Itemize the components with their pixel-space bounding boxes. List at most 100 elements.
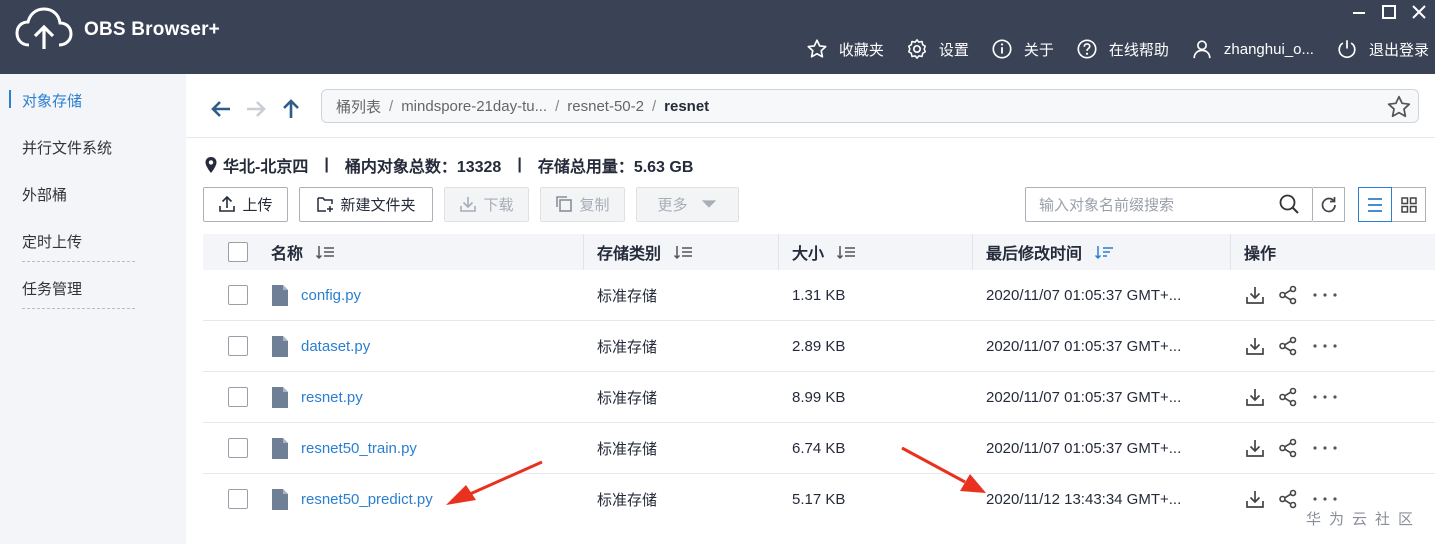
download-icon[interactable] (1244, 386, 1266, 408)
row-select-cell (228, 474, 248, 524)
up-level-button[interactable] (278, 96, 304, 122)
file-icon (272, 284, 288, 306)
file-name-link[interactable]: config.py (301, 287, 361, 304)
file-name-link[interactable]: resnet50_predict.py (301, 491, 433, 508)
storage-class-cell: 标准存储 (597, 287, 658, 305)
more-icon[interactable] (1310, 335, 1340, 357)
app-header: OBS Browser+ 收藏夹 设置 关于 在线帮助 zhanghui_o..… (0, 0, 1435, 74)
back-button[interactable] (208, 96, 234, 122)
arrow-left-icon (211, 101, 230, 117)
forward-button[interactable] (243, 96, 269, 122)
row-select-cell (228, 423, 248, 473)
size-cell: 5.17 KB (792, 490, 846, 508)
share-icon[interactable] (1277, 488, 1299, 510)
breadcrumb-current: resnet (664, 97, 710, 115)
list-view-toggle[interactable] (1358, 187, 1392, 222)
info-separator: | (324, 156, 329, 173)
table-row[interactable]: config.py 标准存储 1.31 KB 2020/11/07 01:05:… (203, 270, 1435, 321)
row-checkbox[interactable] (228, 438, 248, 458)
share-icon[interactable] (1277, 386, 1299, 408)
breadcrumb-separator: / (389, 97, 394, 115)
select-all-checkbox[interactable] (228, 242, 248, 262)
storage-class-cell: 标准存储 (597, 491, 658, 509)
share-icon[interactable] (1277, 284, 1299, 306)
more-dropdown[interactable]: 更多 (636, 186, 739, 222)
file-icon (272, 335, 288, 357)
search-icon[interactable] (1278, 193, 1300, 215)
row-checkbox[interactable] (228, 489, 248, 509)
file-name-link[interactable]: resnet50_train.py (301, 440, 417, 457)
sidebar-item-scheduled-upload[interactable]: 定时上传 (22, 231, 135, 252)
close-button[interactable] (1409, 2, 1429, 22)
row-checkbox[interactable] (228, 285, 248, 305)
settings-link[interactable]: 设置 (906, 38, 969, 60)
copy-button[interactable]: 复制 (540, 186, 625, 222)
sort-icon[interactable] (315, 244, 335, 260)
column-divider (778, 234, 779, 270)
sidebar-divider (22, 308, 135, 309)
column-divider (1230, 234, 1231, 270)
grid-view-toggle[interactable] (1392, 187, 1426, 222)
search-input[interactable]: 输入对象名前缀搜索 (1025, 187, 1313, 222)
file-name-link[interactable]: dataset.py (301, 338, 370, 355)
table-row[interactable]: dataset.py 标准存储 2.89 KB 2020/11/07 01:05… (203, 321, 1435, 372)
about-link[interactable]: 关于 (991, 38, 1054, 60)
download-icon[interactable] (1244, 335, 1266, 357)
sidebar-item-object-storage[interactable]: 对象存储 (22, 90, 135, 111)
favorites-label: 收藏夹 (838, 41, 884, 59)
row-checkbox[interactable] (228, 387, 248, 407)
column-header-size[interactable]: 大小 (792, 234, 856, 270)
size-cell: 8.99 KB (792, 388, 846, 406)
row-checkbox[interactable] (228, 336, 248, 356)
column-header-name[interactable]: 名称 (271, 234, 335, 270)
download-icon[interactable] (1244, 284, 1266, 306)
table-row[interactable]: resnet50_predict.py 标准存储 5.17 KB 2020/11… (203, 474, 1435, 525)
app-logo: OBS Browser+ (14, 5, 220, 55)
file-icon (272, 437, 288, 459)
toolbar: 上传 新建文件夹 下载 复制 更多 (203, 186, 750, 222)
download-button[interactable]: 下载 (444, 186, 529, 222)
refresh-button[interactable] (1313, 187, 1345, 222)
column-header-last-modified[interactable]: 最后修改时间 (986, 234, 1114, 270)
favorites-link[interactable]: 收藏夹 (806, 38, 884, 60)
bucket-info: 华北-北京四 | 桶内对象总数：13328 | 存储总用量：5.63 GB (204, 153, 693, 177)
sort-icon[interactable] (836, 244, 856, 260)
table-row[interactable]: resnet.py 标准存储 8.99 KB 2020/11/07 01:05:… (203, 372, 1435, 423)
more-icon[interactable] (1310, 386, 1340, 408)
download-icon[interactable] (1244, 488, 1266, 510)
online-help-label: 在线帮助 (1108, 41, 1169, 59)
share-icon[interactable] (1277, 437, 1299, 459)
minimize-icon (1353, 12, 1365, 14)
breadcrumb-folder[interactable]: resnet-50-2 (567, 98, 644, 115)
sidebar-item-parallel-fs[interactable]: 并行文件系统 (22, 137, 135, 158)
new-folder-button[interactable]: 新建文件夹 (299, 186, 433, 222)
user-menu[interactable]: zhanghui_o... (1191, 38, 1314, 60)
more-icon[interactable] (1310, 488, 1340, 510)
more-icon[interactable] (1310, 437, 1340, 459)
column-label: 操作 (1244, 246, 1277, 263)
new-folder-icon (317, 197, 334, 212)
column-header-storage-class[interactable]: 存储类别 (597, 234, 693, 270)
sidebar-item-task-management[interactable]: 任务管理 (22, 278, 135, 299)
bookmark-star-icon[interactable] (1386, 94, 1412, 120)
online-help-link[interactable]: 在线帮助 (1076, 38, 1169, 60)
more-icon[interactable] (1310, 284, 1340, 306)
logout-label: 退出登录 (1368, 41, 1429, 59)
sort-icon-active[interactable] (1094, 244, 1114, 260)
sort-icon[interactable] (673, 244, 693, 260)
upload-button[interactable]: 上传 (203, 186, 288, 222)
more-label: 更多 (657, 196, 688, 214)
download-icon[interactable] (1244, 437, 1266, 459)
file-name-link[interactable]: resnet.py (301, 389, 363, 406)
close-icon (1412, 5, 1426, 19)
refresh-icon (1321, 196, 1336, 212)
minimize-button[interactable] (1349, 2, 1369, 22)
breadcrumb-bucket-list[interactable]: 桶列表 (336, 96, 381, 117)
table-row[interactable]: resnet50_train.py 标准存储 6.74 KB 2020/11/0… (203, 423, 1435, 474)
sidebar-item-external-bucket[interactable]: 外部桶 (22, 184, 135, 205)
actions-cell (1244, 372, 1340, 422)
breadcrumb-bucket[interactable]: mindspore-21day-tu... (401, 98, 547, 115)
share-icon[interactable] (1277, 335, 1299, 357)
logout-link[interactable]: 退出登录 (1336, 38, 1429, 60)
maximize-button[interactable] (1379, 2, 1399, 22)
